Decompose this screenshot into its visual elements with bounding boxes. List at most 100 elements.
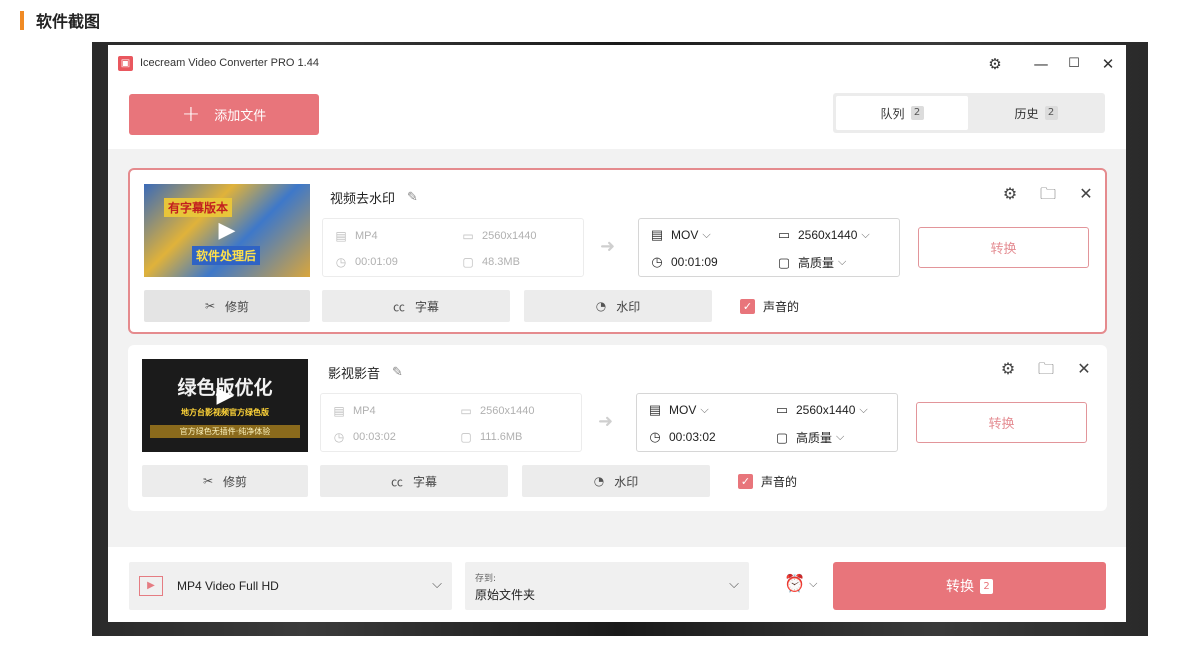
trim-button[interactable]: ✂ 修剪 (142, 465, 308, 497)
subtitles-button[interactable]: ㏄字幕 (320, 465, 508, 497)
trim-button[interactable]: ✂ 修剪 (144, 290, 310, 322)
watermark-button[interactable]: ◔ 水印 (522, 465, 710, 497)
watermark-button[interactable]: ◔ 水印 (524, 290, 712, 322)
output-resolution-select[interactable]: ▭ 2560x1440 ⌵ (776, 227, 870, 243)
remove-item-close-icon[interactable]: ✕ (1074, 359, 1094, 379)
maximize-button[interactable]: ☐ (1063, 53, 1085, 75)
play-icon[interactable]: ▶ (212, 216, 242, 246)
add-file-label: 添加文件 (214, 109, 267, 124)
settings-gear-icon[interactable]: ⚙ (984, 53, 1006, 75)
chevron-down-icon: ⌵ (861, 228, 870, 241)
video-thumbnail[interactable]: 绿色版优化 地方台影视频官方绿色版 官方绿色无插件·纯净体验 ▶ (142, 359, 308, 452)
sound-label: 声音的 (761, 475, 798, 489)
input-resolution: ▭ 2560x1440 (460, 229, 536, 243)
section-title: 软件截图 (36, 12, 101, 31)
queue-item[interactable]: 有字幕版本 软件处理后 ▶ 视频去水印 ✎ ▤ MP4 ▭ 2560x1440 ◷ 0… (128, 168, 1107, 334)
app-logo-icon: ▣ (118, 56, 133, 71)
input-format-value: MP4 (353, 405, 376, 417)
chevron-down-icon: ⌵ (702, 228, 711, 241)
window-title: Icecream Video Converter PRO 1.44 (140, 57, 319, 69)
item-title-text: 影视影音 (328, 367, 381, 382)
monitor-icon: ▭ (775, 402, 789, 417)
edit-pencil-icon[interactable]: ✎ (407, 190, 418, 205)
save-to-caption: 存到: (475, 574, 497, 584)
open-folder-icon[interactable]: 🗀 (1036, 359, 1056, 379)
add-file-button[interactable]: + 添加文件 (129, 94, 319, 135)
section-header: 软件截图 (20, 9, 100, 31)
convert-all-count: 2 (980, 578, 993, 594)
input-resolution-value: 2560x1440 (480, 405, 535, 417)
schedule-timer-button[interactable]: ⏰ ⌵ (784, 574, 818, 594)
subtitles-button[interactable]: ㏄字幕 (322, 290, 510, 322)
subtitles-cc-icon: ㏄ (392, 299, 405, 314)
film-icon: ▤ (648, 402, 662, 417)
queue-item[interactable]: 绿色版优化 地方台影视频官方绿色版 官方绿色无插件·纯净体验 ▶ 影视影音 ✎ … (128, 345, 1107, 511)
output-quality-select[interactable]: ▢ 高质量 ⌵ (776, 254, 847, 271)
tab-history[interactable]: 历史 2 (970, 96, 1102, 130)
trim-label: 修剪 (223, 474, 248, 489)
input-format: ▤ MP4 (331, 404, 376, 418)
convert-all-button[interactable]: 转换 2 (833, 562, 1106, 610)
output-preset-select[interactable]: ▶ MP4 Video Full HD ⌵ (129, 562, 452, 610)
edit-pencil-icon[interactable]: ✎ (392, 365, 403, 380)
minimize-button[interactable]: — (1030, 53, 1052, 75)
convert-button[interactable]: 转换 (916, 402, 1087, 443)
output-resolution-select[interactable]: ▭ 2560x1440 ⌵ (774, 402, 868, 418)
input-resolution: ▭ 2560x1440 (458, 404, 534, 418)
output-resolution-value: 2560x1440 (798, 228, 858, 242)
chevron-down-icon: ⌵ (809, 577, 818, 590)
chevron-down-icon: ⌵ (729, 577, 739, 592)
clock-icon: ◷ (651, 254, 663, 269)
input-size-value: 111.6MB (480, 431, 523, 443)
chevron-down-icon: ⌵ (700, 403, 709, 416)
output-duration[interactable]: ◷ 00:03:02 (647, 429, 715, 445)
chevron-down-icon: ⌵ (432, 577, 442, 592)
save-location-select[interactable]: 存到: 原始文件夹 ⌵ (465, 562, 749, 610)
clock-icon: ◷ (335, 255, 347, 269)
output-quality-select[interactable]: ▢ 高质量 ⌵ (774, 429, 845, 446)
item-settings-gear-icon[interactable]: ⚙ (998, 359, 1018, 379)
tab-queue[interactable]: 队列 2 (836, 96, 968, 130)
input-format-value: MP4 (355, 230, 378, 242)
arrow-right-icon: ➜ (598, 411, 614, 432)
checkmark-icon: ✓ (738, 474, 753, 489)
watermark-drop-icon: ◔ (595, 299, 607, 313)
film-icon: ▤ (333, 404, 345, 418)
output-format-select[interactable]: ▤ MOV ⌵ (649, 227, 711, 243)
sound-checkbox[interactable]: ✓ 声音的 (738, 473, 797, 490)
video-thumbnail[interactable]: 有字幕版本 软件处理后 ▶ (144, 184, 310, 277)
output-format-select[interactable]: ▤ MOV ⌵ (647, 402, 709, 418)
alarm-clock-icon: ⏰ (784, 574, 806, 594)
section-accent-bar (20, 10, 24, 30)
play-icon[interactable]: ▶ (210, 381, 240, 411)
plus-icon: + (181, 102, 201, 127)
convert-button[interactable]: 转换 (918, 227, 1089, 268)
thumbnail-caption-top: 有字幕版本 (164, 198, 233, 217)
folder-icon: ▢ (462, 255, 474, 269)
convert-all-label: 转换 (946, 579, 974, 595)
output-settings-box: ▤ MOV ⌵ ▭ 2560x1440 ⌵ ◷ 00:03:02 ▢ 高质量 ⌵ (636, 393, 898, 452)
watermark-drop-icon: ◔ (593, 474, 605, 488)
preset-label: MP4 Video Full HD (177, 579, 279, 593)
queue-history-tabs: 队列 2 历史 2 (833, 93, 1105, 133)
tab-history-count: 2 (1044, 106, 1058, 120)
subtitles-cc-icon: ㏄ (390, 474, 403, 489)
item-settings-gear-icon[interactable]: ⚙ (1000, 184, 1020, 204)
sound-checkbox[interactable]: ✓ 声音的 (740, 298, 799, 315)
film-icon: ▤ (335, 229, 347, 243)
thumbnail-caption-bottom: 官方绿色无插件·纯净体验 (150, 425, 300, 438)
output-quality-value: 高质量 (796, 431, 833, 445)
remove-item-close-icon[interactable]: ✕ (1076, 184, 1096, 204)
subtitles-label: 字幕 (413, 474, 438, 489)
output-duration[interactable]: ◷ 00:01:09 (649, 254, 717, 270)
watermark-label: 水印 (616, 299, 641, 314)
output-format-value: MOV (671, 228, 699, 242)
open-folder-icon[interactable]: 🗀 (1038, 184, 1058, 204)
close-button[interactable]: ✕ (1097, 53, 1119, 75)
video-preset-icon: ▶ (139, 576, 163, 596)
folder-icon: ▢ (775, 429, 789, 445)
monitor-icon: ▭ (777, 227, 791, 242)
input-duration-value: 00:03:02 (353, 431, 396, 443)
sound-label: 声音的 (763, 300, 800, 314)
input-format: ▤ MP4 (333, 229, 378, 243)
